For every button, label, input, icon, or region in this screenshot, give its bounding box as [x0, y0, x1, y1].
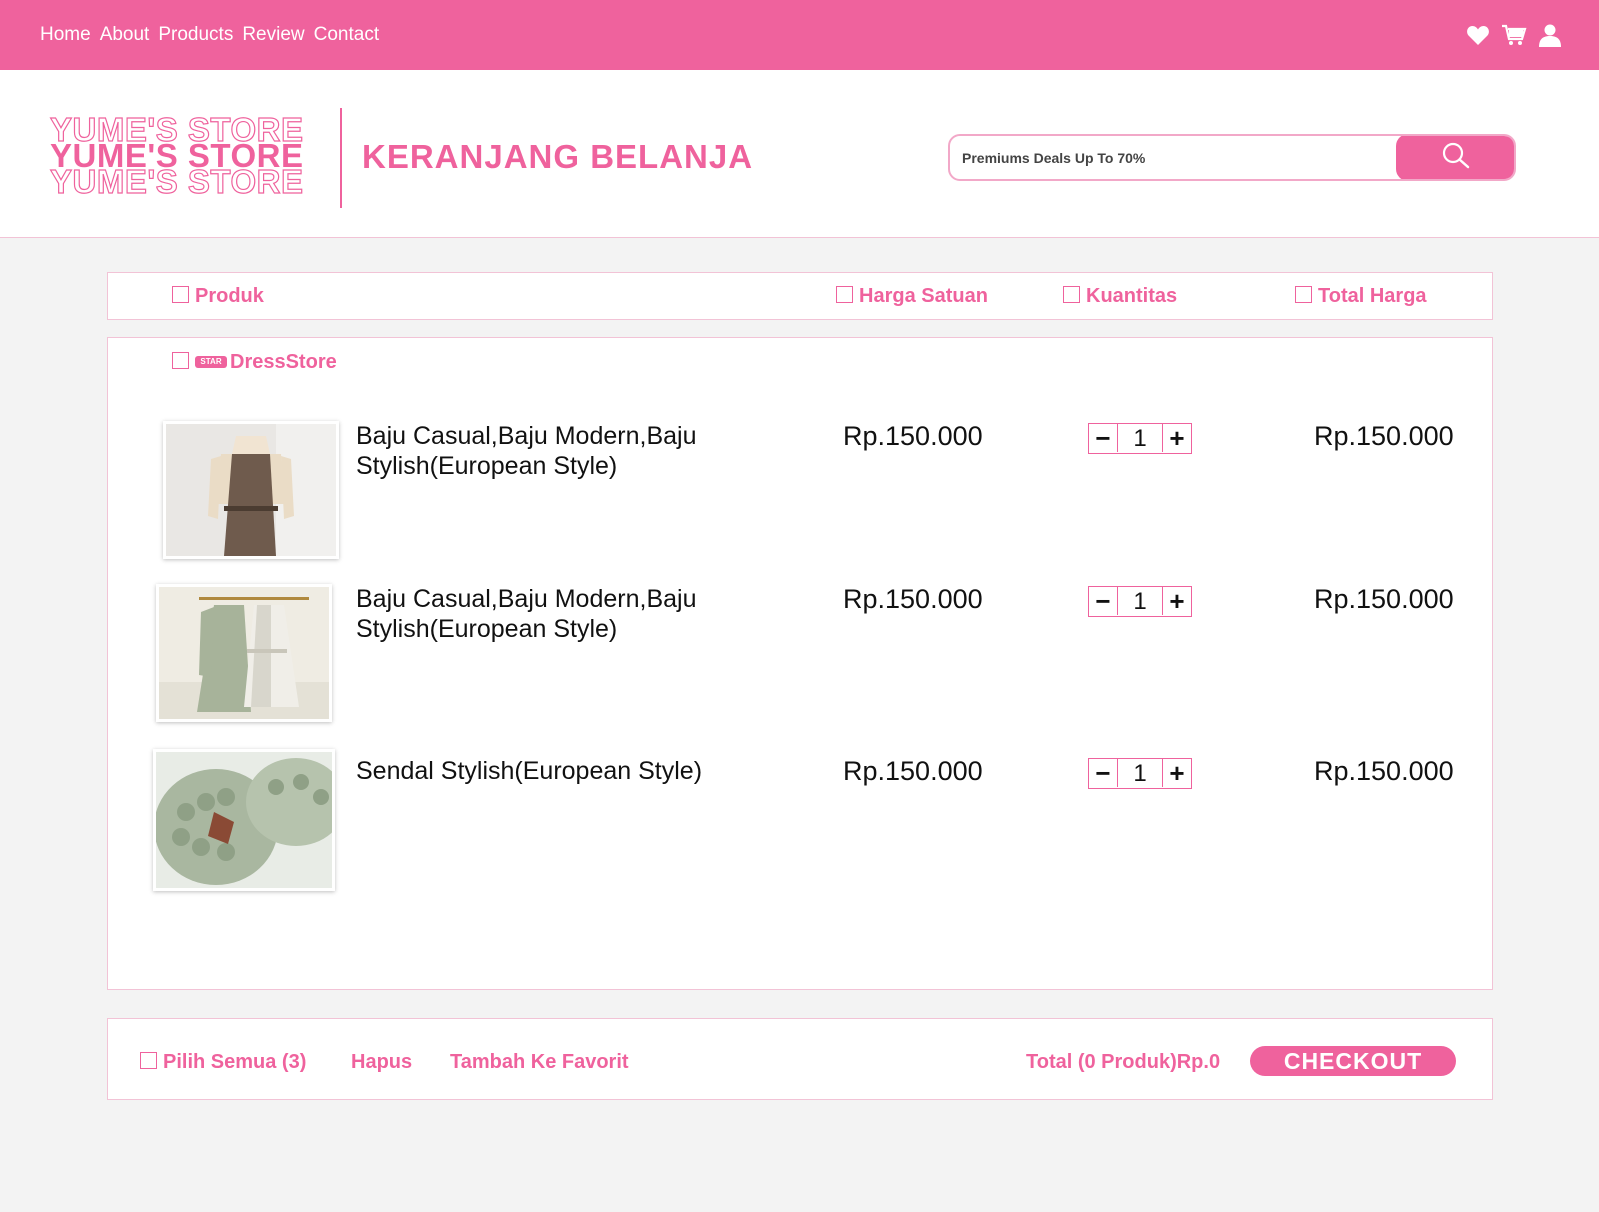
select-total-price-checkbox[interactable] [1295, 286, 1312, 303]
quantity-increase-button[interactable]: + [1162, 424, 1191, 452]
search-input[interactable] [950, 136, 1400, 179]
select-store-checkbox[interactable] [172, 352, 189, 369]
store-name[interactable]: DressStore [230, 351, 337, 374]
add-to-favorite-button[interactable]: Tambah Ke Favorit [450, 1051, 629, 1074]
quantity-stepper: − 1 + [1088, 758, 1192, 789]
top-nav-bar: Home About Products Review Contact [0, 0, 1599, 70]
store-badge: STAR [195, 356, 227, 368]
nav-link-about[interactable]: About [100, 24, 150, 46]
cart-item: Sendal Stylish(European Style) Rp.150.00… [108, 749, 1494, 906]
search-bar [948, 134, 1516, 181]
product-unit-price: Rp.150.000 [843, 584, 983, 614]
quantity-increase-button[interactable]: + [1162, 587, 1191, 615]
cart-item: Baju Casual,Baju Modern,Baju Stylish(Eur… [108, 421, 1494, 571]
nav-link-products[interactable]: Products [158, 24, 233, 46]
nav-link-contact[interactable]: Contact [314, 24, 379, 46]
quantity-decrease-button[interactable]: − [1089, 424, 1118, 452]
product-total-price: Rp.150.000 [1314, 584, 1454, 614]
product-image[interactable] [153, 749, 335, 891]
column-quantity-label: Kuantitas [1086, 285, 1178, 307]
column-total-price-label: Total Harga [1318, 285, 1427, 307]
select-quantity-checkbox[interactable] [1063, 286, 1080, 303]
select-unit-price-checkbox[interactable] [836, 286, 853, 303]
product-total-price: Rp.150.000 [1314, 421, 1454, 451]
quantity-value[interactable]: 1 [1118, 587, 1162, 616]
product-total-price: Rp.150.000 [1314, 756, 1454, 786]
quantity-decrease-button[interactable]: − [1089, 587, 1118, 615]
quantity-stepper: − 1 + [1088, 586, 1192, 617]
quantity-value[interactable]: 1 [1118, 759, 1162, 788]
nav-links: Home About Products Review Contact [40, 24, 379, 46]
search-icon [1441, 141, 1471, 174]
cart-item: Baju Casual,Baju Modern,Baju Stylish(Eur… [108, 584, 1494, 734]
select-product-checkbox[interactable] [172, 286, 189, 303]
cart-items-list: Baju Casual,Baju Modern,Baju Stylish(Eur… [107, 386, 1493, 990]
product-name[interactable]: Baju Casual,Baju Modern,Baju Stylish(Eur… [356, 584, 746, 644]
store-row: STAR DressStore [107, 337, 1493, 387]
store-logo[interactable]: YUME'S STORE YUME'S STORE YUME'S STORE [49, 112, 315, 200]
user-icon[interactable] [1537, 22, 1563, 48]
product-image[interactable] [156, 584, 332, 722]
checkout-button[interactable]: CHECKOUT [1250, 1046, 1456, 1076]
heart-icon[interactable] [1465, 22, 1491, 48]
quantity-decrease-button[interactable]: − [1089, 759, 1118, 787]
cart-total-label: Total (0 Produk)Rp.0 [1026, 1051, 1221, 1073]
product-image[interactable] [163, 421, 339, 559]
page-header: YUME'S STORE YUME'S STORE YUME'S STORE K… [0, 70, 1599, 238]
nav-icons [1465, 22, 1563, 48]
quantity-stepper: − 1 + [1088, 423, 1192, 454]
product-unit-price: Rp.150.000 [843, 421, 983, 451]
quantity-increase-button[interactable]: + [1162, 759, 1191, 787]
cart-icon[interactable] [1501, 22, 1527, 48]
select-all-label[interactable]: Pilih Semua (3) [163, 1051, 306, 1074]
page-title: KERANJANG BELANJA [362, 138, 754, 175]
product-unit-price: Rp.150.000 [843, 756, 983, 786]
logo-line: YUME'S STORE [49, 163, 304, 200]
search-button[interactable] [1396, 136, 1514, 179]
delete-button[interactable]: Hapus [351, 1051, 412, 1074]
product-name[interactable]: Baju Casual,Baju Modern,Baju Stylish(Eur… [356, 421, 746, 481]
column-product-label: Produk [195, 285, 264, 307]
header-divider [340, 108, 342, 208]
nav-link-home[interactable]: Home [40, 24, 91, 46]
quantity-value[interactable]: 1 [1118, 424, 1162, 453]
cart-table-header: Produk Harga Satuan Kuantitas Total Harg… [107, 272, 1493, 320]
cart-footer: Pilih Semua (3) Hapus Tambah Ke Favorit … [107, 1018, 1493, 1100]
select-all-checkbox[interactable] [140, 1052, 157, 1069]
column-unit-price-label: Harga Satuan [859, 285, 988, 307]
product-name[interactable]: Sendal Stylish(European Style) [356, 756, 746, 786]
nav-link-review[interactable]: Review [242, 24, 304, 46]
